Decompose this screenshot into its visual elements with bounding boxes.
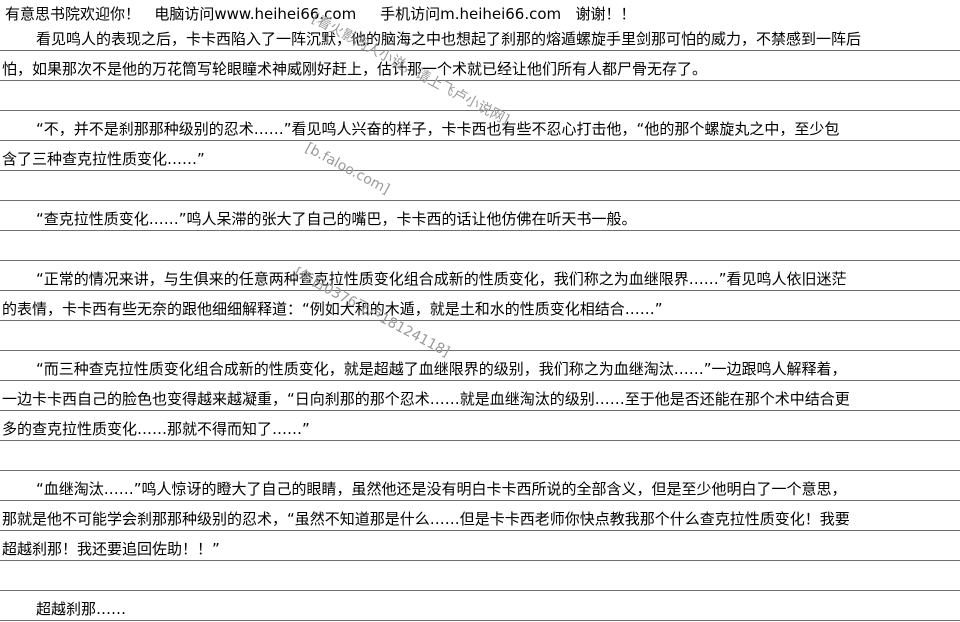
text-line-content: 看见鸣人的表现之后，卡卡西陷入了一阵沉默，他的脑海之中也想起了刹那的熔遁螺旋手里…	[36, 30, 862, 48]
text-line: 怕，如果那次不是他的万花筒写轮眼瞳术神威刚好赶上，估计那一个术就已经让他们所有人…	[0, 57, 960, 81]
text-line-content: “而三种查克拉性质变化组合成新的性质变化，就是超越了血继限界的级别，我们称之为血…	[36, 360, 847, 378]
text-line: 的表情，卡卡西有些无奈的跟他细细解释道：“例如大和的木遁，就是土和水的性质变化相…	[0, 297, 960, 321]
text-line: “不，并不是刹那那种级别的忍术……”看见鸣人兴奋的样子，卡卡西也有些不忍心打击他…	[0, 117, 960, 141]
text-line: “查克拉性质变化……”鸣人呆滞的张大了自己的嘴巴，卡卡西的话让他仿佛在听天书一般…	[0, 207, 960, 231]
text-line-content: “正常的情况来讲，与生俱来的任意两种查克拉性质变化组合成新的性质变化，我们称之为…	[36, 270, 847, 288]
text-line-content: 多的查克拉性质变化……那就不得而知了……”	[2, 420, 310, 438]
text-line-content: 含了三种查克拉性质变化……”	[2, 150, 205, 168]
welcome-text: 有意思书院欢迎你！	[5, 5, 141, 23]
pc-site-link[interactable]: 电脑访问www.heihei66.com	[154, 5, 356, 23]
text-line: 看见鸣人的表现之后，卡卡西陷入了一阵沉默，他的脑海之中也想起了刹那的熔遁螺旋手里…	[0, 27, 960, 51]
text-line: 那就是他不可能学会刹那那种级别的忍术，“虽然不知道那是什么……但是卡卡西老师你快…	[0, 507, 960, 531]
text-line: 含了三种查克拉性质变化……”	[0, 147, 960, 171]
text-line: 超越刹那！我还要追回佐助！！”	[0, 537, 960, 561]
text-line	[0, 237, 960, 261]
text-line: “正常的情况来讲，与生俱来的任意两种查克拉性质变化组合成新的性质变化，我们称之为…	[0, 267, 960, 291]
text-line-content: 那就是他不可能学会刹那那种级别的忍术，“虽然不知道那是什么……但是卡卡西老师你快…	[2, 510, 850, 528]
text-line-content: 超越刹那……	[36, 600, 127, 618]
text-line	[0, 87, 960, 111]
text-line	[0, 567, 960, 591]
text-line: “而三种查克拉性质变化组合成新的性质变化，就是超越了血继限界的级别，我们称之为血…	[0, 357, 960, 381]
text-line-content: “查克拉性质变化……”鸣人呆滞的张大了自己的嘴巴，卡卡西的话让他仿佛在听天书一般…	[36, 210, 637, 228]
text-line	[0, 177, 960, 201]
text-line: 多的查克拉性质变化……那就不得而知了……”	[0, 417, 960, 441]
text-line	[0, 447, 960, 471]
text-line-content: 超越刹那！我还要追回佐助！！”	[2, 540, 220, 558]
text-line: “血继淘汰……”鸣人惊讶的瞪大了自己的眼睛，虽然他还是没有明白卡卡西所说的全部含…	[0, 477, 960, 501]
mobile-site-link[interactable]: 手机访问m.heihei66.com	[380, 5, 561, 23]
text-line-content: “血继淘汰……”鸣人惊讶的瞪大了自己的眼睛，虽然他还是没有明白卡卡西所说的全部含…	[36, 480, 847, 498]
thanks-text: 谢谢！！	[575, 5, 636, 23]
text-line-content: 的表情，卡卡西有些无奈的跟他细细解释道：“例如大和的木遁，就是土和水的性质变化相…	[2, 300, 663, 318]
text-line: 超越刹那……	[0, 597, 960, 621]
text-line-content: 一边卡卡西自己的脸色也变得越来越凝重，“日向刹那的那个忍术……就是血继淘汰的级别…	[2, 390, 850, 408]
site-header: 有意思书院欢迎你！ 电脑访问www.heihei66.com 手机访问m.hei…	[5, 4, 635, 24]
text-line: 一边卡卡西自己的脸色也变得越来越凝重，“日向刹那的那个忍术……就是血继淘汰的级别…	[0, 387, 960, 411]
text-line	[0, 327, 960, 351]
text-line-content: 怕，如果那次不是他的万花筒写轮眼瞳术神威刚好赶上，估计那一个术就已经让他们所有人…	[2, 60, 708, 78]
text-line-content: “不，并不是刹那那种级别的忍术……”看见鸣人兴奋的样子，卡卡西也有些不忍心打击他…	[36, 120, 840, 138]
